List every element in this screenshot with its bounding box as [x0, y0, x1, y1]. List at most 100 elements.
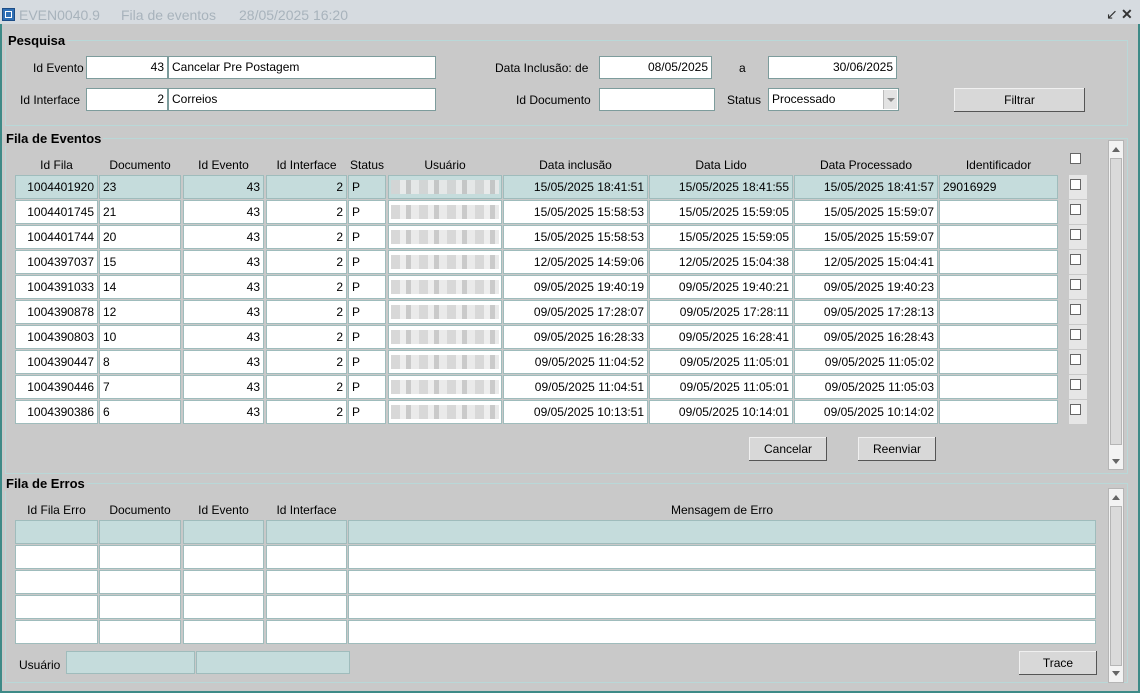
cell-data-inclusao[interactable]: 15/05/2025 18:41:51 — [503, 175, 648, 199]
cell-id-interface[interactable] — [266, 595, 347, 619]
cell-data-inclusao[interactable]: 15/05/2025 15:58:53 — [503, 225, 648, 249]
cell-data-lido[interactable]: 09/05/2025 10:14:01 — [649, 400, 793, 424]
eventos-scrollbar[interactable] — [1108, 140, 1124, 470]
cell-data-processado[interactable]: 15/05/2025 15:59:07 — [794, 200, 938, 224]
cell-mensagem-de-erro[interactable] — [348, 520, 1096, 544]
trace-button[interactable]: Trace — [1019, 651, 1097, 675]
cell-data-inclusao[interactable]: 09/05/2025 11:04:52 — [503, 350, 648, 374]
row-checkbox[interactable] — [1070, 304, 1081, 315]
dropdown-button[interactable] — [883, 90, 897, 109]
cell-identificador[interactable] — [939, 225, 1058, 249]
cell-id-evento[interactable]: 43 — [183, 375, 264, 399]
cell-data-lido[interactable]: 15/05/2025 15:59:05 — [649, 200, 793, 224]
cell-id-interface[interactable]: 2 — [266, 200, 347, 224]
cell-usuario[interactable] — [388, 275, 502, 299]
scroll-up-icon[interactable] — [1112, 495, 1120, 500]
cell-id-interface[interactable]: 2 — [266, 350, 347, 374]
id-evento-input[interactable]: 43 — [86, 56, 168, 79]
cell-usuario[interactable] — [388, 250, 502, 274]
minimize-icon[interactable]: ↙ — [1106, 6, 1118, 23]
cell-id-fila-erro[interactable] — [15, 570, 98, 594]
cell-id-evento[interactable] — [183, 520, 264, 544]
cell-id-fila-erro[interactable] — [15, 620, 98, 644]
cell-id-interface[interactable]: 2 — [266, 275, 347, 299]
row-checkbox[interactable] — [1070, 404, 1081, 415]
cell-usuario[interactable] — [388, 325, 502, 349]
cell-status[interactable]: P — [348, 225, 386, 249]
cell-documento[interactable] — [99, 520, 181, 544]
cell-id-fila[interactable]: 1004391033 — [15, 275, 98, 299]
cell-id-fila[interactable]: 1004390386 — [15, 400, 98, 424]
cell-id-interface[interactable]: 2 — [266, 250, 347, 274]
row-checkbox[interactable] — [1070, 354, 1081, 365]
cell-data-inclusao[interactable]: 09/05/2025 10:13:51 — [503, 400, 648, 424]
row-checkbox[interactable] — [1070, 329, 1081, 340]
cell-status[interactable]: P — [348, 350, 386, 374]
scroll-down-icon[interactable] — [1112, 671, 1120, 676]
cell-data-lido[interactable]: 09/05/2025 17:28:11 — [649, 300, 793, 324]
cell-id-evento[interactable] — [183, 570, 264, 594]
cell-usuario[interactable] — [388, 400, 502, 424]
reenviar-button[interactable]: Reenviar — [858, 437, 936, 461]
row-checkbox[interactable] — [1070, 279, 1081, 290]
cell-status[interactable]: P — [348, 250, 386, 274]
cell-status[interactable]: P — [348, 200, 386, 224]
cell-id-evento[interactable]: 43 — [183, 200, 264, 224]
cell-id-interface[interactable] — [266, 620, 347, 644]
cell-status[interactable]: P — [348, 175, 386, 199]
cell-documento[interactable]: 23 — [99, 175, 181, 199]
cell-id-evento[interactable]: 43 — [183, 350, 264, 374]
erros-scrollbar[interactable] — [1108, 488, 1124, 683]
cell-data-lido[interactable]: 12/05/2025 15:04:38 — [649, 250, 793, 274]
close-icon[interactable]: ✕ — [1121, 6, 1133, 23]
cell-identificador[interactable]: 29016929 — [939, 175, 1058, 199]
cell-documento[interactable] — [99, 570, 181, 594]
cell-identificador[interactable] — [939, 350, 1058, 374]
data-ate-input[interactable]: 30/06/2025 — [768, 56, 897, 79]
cell-data-inclusao[interactable]: 09/05/2025 17:28:07 — [503, 300, 648, 324]
cell-id-interface[interactable] — [266, 520, 347, 544]
cell-id-evento[interactable]: 43 — [183, 225, 264, 249]
cell-usuario[interactable] — [388, 375, 502, 399]
cell-documento[interactable] — [99, 620, 181, 644]
cell-id-fila-erro[interactable] — [15, 545, 98, 569]
cell-usuario[interactable] — [388, 175, 502, 199]
cell-id-fila[interactable]: 1004390803 — [15, 325, 98, 349]
id-interface-input[interactable]: 2 — [86, 88, 168, 111]
cell-id-fila[interactable]: 1004390878 — [15, 300, 98, 324]
cell-documento[interactable]: 7 — [99, 375, 181, 399]
cell-status[interactable]: P — [348, 375, 386, 399]
cell-status[interactable]: P — [348, 325, 386, 349]
cell-documento[interactable]: 21 — [99, 200, 181, 224]
cell-id-fila[interactable]: 1004401920 — [15, 175, 98, 199]
cell-mensagem-de-erro[interactable] — [348, 570, 1096, 594]
status-select[interactable]: Processado — [768, 88, 899, 111]
cell-status[interactable]: P — [348, 300, 386, 324]
row-checkbox[interactable] — [1070, 179, 1081, 190]
cell-data-processado[interactable]: 15/05/2025 18:41:57 — [794, 175, 938, 199]
cell-identificador[interactable] — [939, 400, 1058, 424]
cell-id-evento[interactable]: 43 — [183, 175, 264, 199]
cell-id-evento[interactable] — [183, 545, 264, 569]
cell-documento[interactable]: 12 — [99, 300, 181, 324]
cell-data-inclusao[interactable]: 15/05/2025 15:58:53 — [503, 200, 648, 224]
cell-documento[interactable] — [99, 545, 181, 569]
cell-identificador[interactable] — [939, 300, 1058, 324]
cell-id-interface[interactable]: 2 — [266, 225, 347, 249]
cell-id-evento[interactable] — [183, 595, 264, 619]
cell-mensagem-de-erro[interactable] — [348, 595, 1096, 619]
select-all-checkbox[interactable] — [1070, 153, 1081, 164]
cell-documento[interactable]: 6 — [99, 400, 181, 424]
cell-id-evento[interactable]: 43 — [183, 250, 264, 274]
cell-id-evento[interactable]: 43 — [183, 325, 264, 349]
cell-identificador[interactable] — [939, 275, 1058, 299]
cell-id-interface[interactable] — [266, 545, 347, 569]
cell-id-interface[interactable]: 2 — [266, 325, 347, 349]
cell-usuario[interactable] — [388, 225, 502, 249]
cell-id-fila[interactable]: 1004401745 — [15, 200, 98, 224]
cell-id-evento[interactable]: 43 — [183, 300, 264, 324]
cell-id-evento[interactable]: 43 — [183, 275, 264, 299]
row-checkbox[interactable] — [1070, 204, 1081, 215]
cell-data-processado[interactable]: 12/05/2025 15:04:41 — [794, 250, 938, 274]
cell-id-fila-erro[interactable] — [15, 595, 98, 619]
